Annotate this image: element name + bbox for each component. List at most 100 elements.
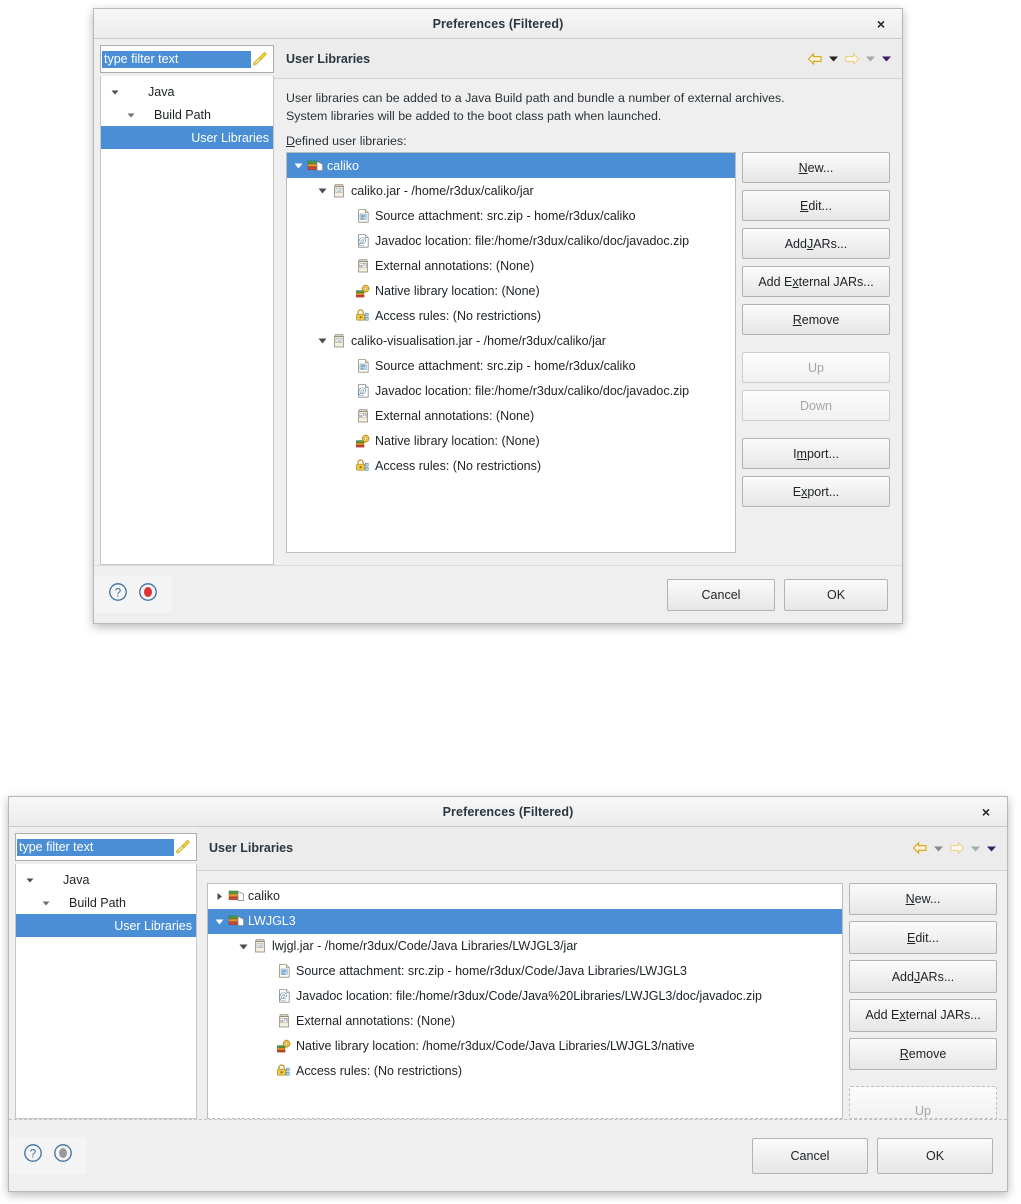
- help-icon[interactable]: ?: [23, 1143, 43, 1168]
- access-rules-icon: [355, 308, 372, 324]
- tree-row[interactable]: @ Javadoc location: file:/home/r3dux/cali…: [287, 228, 735, 253]
- tree-row-label: Source attachment: src.zip - home/r3dux/…: [375, 358, 636, 373]
- chevron-down-icon[interactable]: [125, 109, 137, 121]
- tree-row[interactable]: a 10 External annotations: (None): [287, 253, 735, 278]
- svg-text:10: 10: [363, 413, 367, 417]
- remove-button[interactable]: Remove: [742, 304, 890, 335]
- search-input[interactable]: type filter text: [102, 50, 251, 68]
- cancel-button[interactable]: Cancel: [667, 578, 775, 611]
- add-jars-button[interactable]: Add J ARs...: [849, 960, 997, 993]
- forward-dropdown-icon[interactable]: [970, 843, 981, 854]
- filter-input-wrap[interactable]: type filter text: [15, 833, 197, 861]
- tree-row[interactable]: 10 caliko.jar - /home/r3dux/caliko/jar: [287, 178, 735, 203]
- broom-icon[interactable]: [251, 50, 269, 68]
- help-icon[interactable]: ?: [108, 582, 128, 607]
- tree-row[interactable]: 10 caliko-visualisation.jar - /home/r3dux…: [287, 328, 735, 353]
- user-libraries-tree[interactable]: caliko 10 caliko.jar - /home/r3dux/caliko/…: [286, 152, 736, 553]
- chevron-down-icon[interactable]: [214, 916, 225, 927]
- forward-arrow-icon[interactable]: [844, 52, 860, 66]
- close-icon[interactable]: ×: [870, 13, 892, 35]
- tree-row[interactable]: caliko: [287, 153, 735, 178]
- tree-row[interactable]: Native library location: /home/r3dux/Cod…: [208, 1034, 842, 1059]
- tree-row[interactable]: Source attachment: src.zip - home/r3dux/…: [287, 353, 735, 378]
- source-attachment-icon: [276, 963, 293, 979]
- footer-buttons: Cancel OK: [752, 1137, 1007, 1174]
- tree-row[interactable]: Source attachment: src.zip - home/r3dux/…: [287, 203, 735, 228]
- chevron-down-icon[interactable]: [40, 897, 52, 909]
- tree-row[interactable]: Source attachment: src.zip - home/r3dux/…: [208, 959, 842, 984]
- preferences-nav-tree[interactable]: Java Build Path User Libraries: [100, 76, 274, 565]
- sidebar-item-java[interactable]: Java: [16, 868, 196, 891]
- sidebar-item-user-libraries[interactable]: User Libraries: [16, 914, 196, 937]
- tree-row[interactable]: 10 lwjgl.jar - /home/r3dux/Code/Java Libr…: [208, 934, 842, 959]
- record-icon[interactable]: [53, 1143, 73, 1168]
- new-button[interactable]: New...: [849, 882, 997, 916]
- tree-row[interactable]: Native library location: (None): [287, 428, 735, 453]
- preferences-nav-tree[interactable]: Java Build Path User Libraries: [15, 864, 197, 1119]
- tree-row[interactable]: @ Javadoc location: file:/home/r3dux/Code…: [208, 984, 842, 1009]
- tree-row-label: External annotations: (None): [296, 1014, 456, 1029]
- add-external-jars-button[interactable]: Add Ex ternal JARs...: [742, 266, 890, 297]
- edit-button[interactable]: Edit...: [742, 190, 890, 221]
- forward-dropdown-icon[interactable]: [865, 53, 876, 64]
- ok-button[interactable]: OK: [784, 578, 888, 611]
- sidebar-item-build-path[interactable]: Build Path: [101, 103, 273, 126]
- back-dropdown-icon[interactable]: [933, 843, 944, 854]
- menu-dropdown-icon[interactable]: [986, 843, 997, 854]
- user-libraries-tree[interactable]: caliko LWJGL3 10 lwjgl.jar - /home/r3dux/Co…: [207, 882, 843, 1119]
- javadoc-icon: @: [276, 988, 293, 1004]
- tree-row[interactable]: @ Javadoc location: file:/home/r3dux/cali…: [287, 378, 735, 403]
- chevron-down-icon[interactable]: [24, 874, 36, 886]
- tree-row[interactable]: Access rules: (No restrictions): [287, 453, 735, 478]
- search-input[interactable]: type filter text: [17, 838, 174, 856]
- chevron-down-icon[interactable]: [238, 941, 249, 952]
- tree-row[interactable]: caliko: [208, 884, 842, 909]
- tree-row[interactable]: Native library location: (None): [287, 278, 735, 303]
- record-icon[interactable]: [138, 582, 158, 607]
- ok-button[interactable]: OK: [877, 1137, 993, 1174]
- content-pane: User Libraries: [274, 39, 902, 565]
- sidebar-item-user-libraries[interactable]: User Libraries: [101, 126, 273, 149]
- back-dropdown-icon[interactable]: [828, 53, 839, 64]
- tree-row[interactable]: a 10 External annotations: (None): [287, 403, 735, 428]
- cancel-button[interactable]: Cancel: [752, 1137, 868, 1174]
- add-external-jars-button[interactable]: Add Ex ternal JARs...: [849, 998, 997, 1032]
- back-arrow-icon[interactable]: [807, 52, 823, 66]
- export-button[interactable]: Ex port...: [742, 476, 890, 507]
- new-button[interactable]: New...: [742, 152, 890, 183]
- footer-buttons: Cancel OK: [667, 578, 902, 611]
- jar-icon: 10: [252, 938, 269, 954]
- button-label-post: emove: [801, 312, 840, 327]
- chevron-down-icon[interactable]: [293, 160, 304, 171]
- button-label-post: ternal JARs...: [905, 1008, 981, 1023]
- add-jars-button[interactable]: Add J ARs...: [742, 228, 890, 259]
- chevron-down-icon[interactable]: [317, 185, 328, 196]
- import-button[interactable]: Im port...: [742, 438, 890, 469]
- svg-text:10: 10: [337, 188, 341, 192]
- screenshot-root: Preferences (Filtered) × type filter tex…: [0, 0, 1021, 1204]
- tree-row[interactable]: a 10 External annotations: (None): [208, 1009, 842, 1034]
- svg-text:10: 10: [284, 1018, 288, 1022]
- menu-dropdown-icon[interactable]: [881, 53, 892, 64]
- svg-text:10: 10: [363, 263, 367, 267]
- button-mnemonic: N: [905, 892, 915, 907]
- remove-button[interactable]: Remove: [849, 1037, 997, 1071]
- back-arrow-icon[interactable]: [912, 841, 928, 855]
- tree-row[interactable]: LWJGL3: [208, 908, 842, 934]
- chevron-right-icon[interactable]: [214, 891, 225, 902]
- sidebar-item-build-path[interactable]: Build Path: [16, 891, 196, 914]
- sidebar-item-java[interactable]: Java: [101, 80, 273, 103]
- forward-arrow-icon[interactable]: [949, 841, 965, 855]
- down-button: Down: [742, 390, 890, 421]
- broom-icon[interactable]: [174, 838, 192, 856]
- button-label-pre: Add E: [758, 274, 793, 289]
- chevron-down-icon[interactable]: [317, 335, 328, 346]
- close-icon[interactable]: ×: [975, 801, 997, 823]
- tree-row[interactable]: Access rules: (No restrictions): [287, 303, 735, 328]
- edit-button[interactable]: Edit...: [849, 921, 997, 955]
- chevron-down-icon[interactable]: [109, 86, 121, 98]
- svg-text:@: @: [279, 991, 287, 1001]
- tree-row[interactable]: Access rules: (No restrictions): [208, 1059, 842, 1084]
- filter-input-wrap[interactable]: type filter text: [100, 45, 274, 73]
- javadoc-icon: @: [355, 383, 372, 399]
